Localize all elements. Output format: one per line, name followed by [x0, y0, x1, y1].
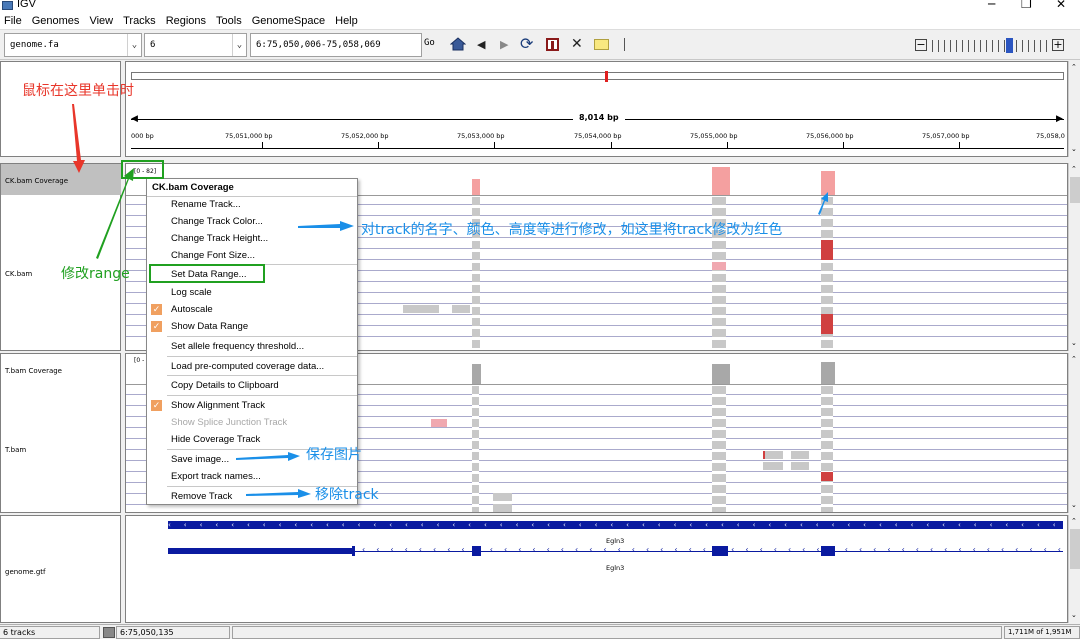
blue-arrow-color: [818, 192, 828, 215]
status-tracks-count: 6 tracks: [0, 626, 100, 639]
blue-arrow-remove: [246, 489, 311, 498]
blue-arrow-save: [236, 452, 300, 461]
red-arrow: [72, 104, 85, 173]
status-message: [232, 626, 1002, 639]
green-arrow: [96, 168, 134, 259]
igv-window: IGV ─ ❐ ✕ File Genomes View Tracks Regio…: [0, 0, 1080, 639]
status-indicator-icon: [103, 627, 115, 638]
blue-arrow-modify: [298, 221, 354, 231]
status-memory: 1,711M of 1,951M: [1004, 626, 1080, 639]
status-position: 6:75,050,135: [116, 626, 230, 639]
annotation-arrows: [72, 104, 828, 498]
status-bar: 6 tracks 6:75,050,135 1,711M of 1,951M: [0, 624, 1080, 639]
